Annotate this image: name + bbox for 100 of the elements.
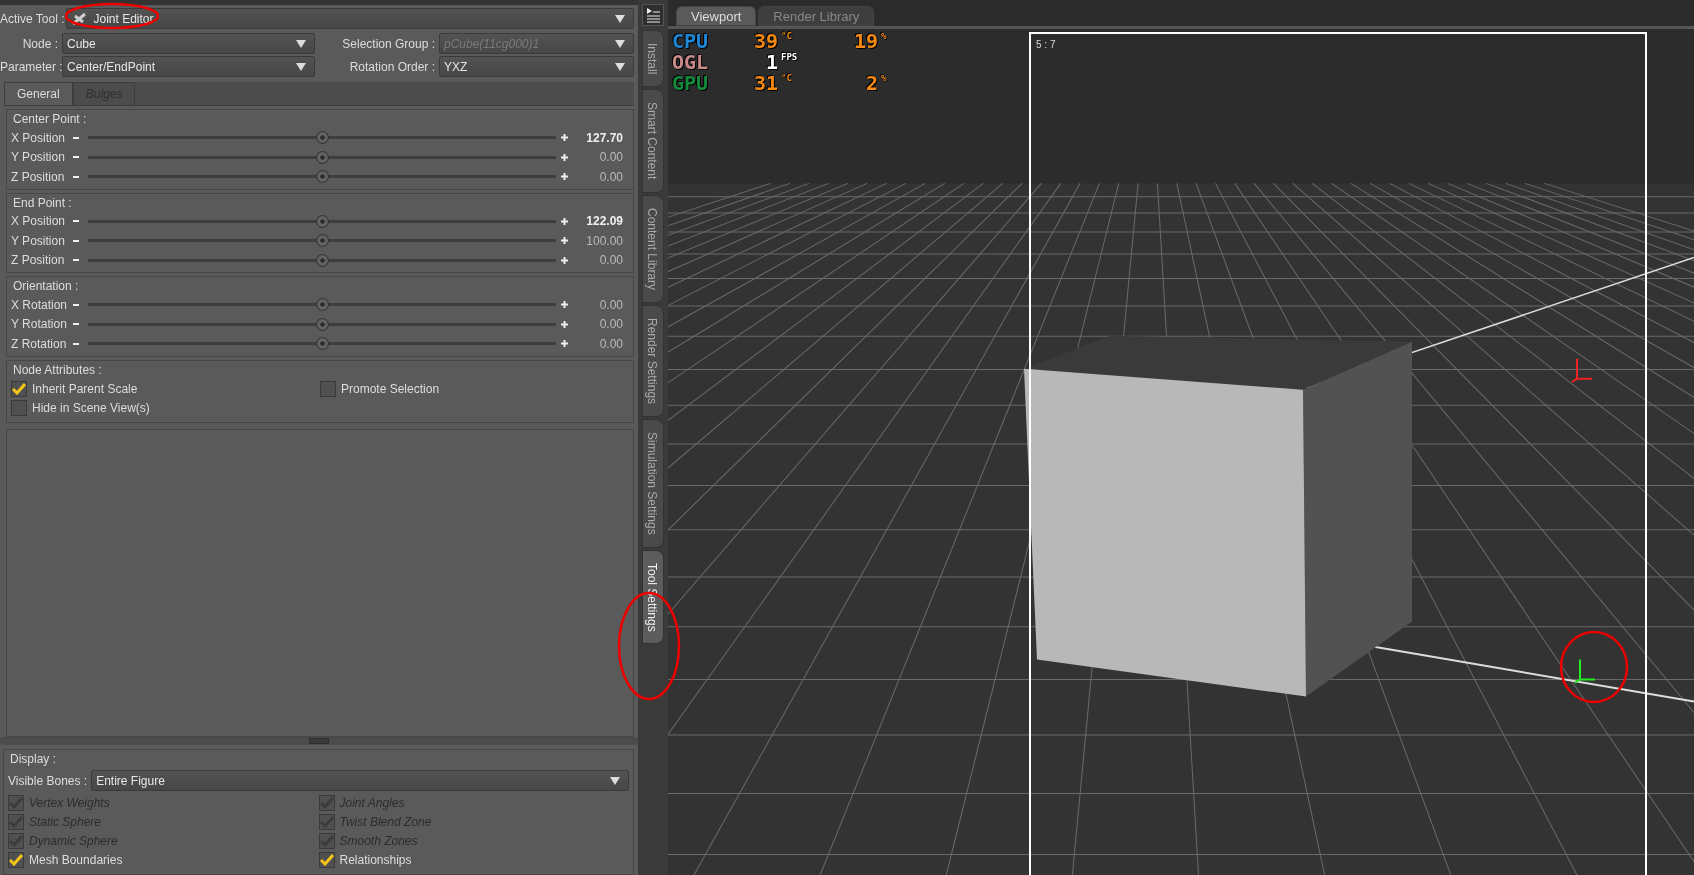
checkbox-label: Inherit Parent Scale [32, 381, 138, 396]
tool-dropdown[interactable]: Joint Editor [66, 8, 634, 29]
slider-thumb[interactable] [316, 131, 329, 145]
field-label: Rotation Order : [348, 59, 435, 74]
tab[interactable]: General [4, 82, 73, 105]
hud-unit: °C [780, 31, 793, 43]
minus-icon[interactable] [73, 175, 79, 178]
minus-icon[interactable] [73, 342, 79, 345]
checkbox[interactable] [318, 852, 335, 868]
group-title: End Point : [12, 195, 73, 212]
slider-value: 0.00 [598, 169, 623, 184]
caret-icon [615, 14, 625, 23]
slider-thumb[interactable] [316, 337, 329, 351]
minus-icon[interactable] [73, 220, 79, 223]
hud-value: 19 [852, 31, 878, 52]
slider-label: X Position [11, 214, 67, 229]
side-tab[interactable]: Simulation Settings [642, 418, 664, 548]
hud-unit: °C [780, 73, 793, 85]
plus-icon[interactable] [561, 340, 568, 348]
group-title: Node Attributes : [12, 362, 103, 379]
caret-icon [296, 39, 306, 48]
field-label: Selection Group : [341, 36, 435, 51]
side-tab[interactable]: Tool Settings [642, 549, 664, 645]
caret-icon [615, 62, 625, 71]
hud-unit: FPS [780, 52, 799, 64]
plus-icon[interactable] [561, 173, 568, 181]
checkbox[interactable] [11, 399, 27, 416]
hud-value: 1 [764, 52, 778, 73]
plus-icon[interactable] [561, 153, 568, 161]
slider-thumb[interactable] [316, 214, 329, 228]
dropdown[interactable]: Entire Figure [91, 770, 629, 791]
slider-label: X Position [11, 130, 67, 145]
slider-thumb[interactable] [316, 234, 329, 248]
slider-thumb[interactable] [316, 253, 329, 267]
slider-thumb[interactable] [316, 150, 329, 164]
tab[interactable]: Render Library [758, 6, 875, 26]
splitter-handle[interactable] [309, 738, 329, 744]
slider-value: 122.09 [585, 214, 623, 229]
slider-value: 0.00 [598, 150, 623, 165]
group-title: Display : [9, 752, 57, 768]
hud-label: GPU [672, 73, 710, 94]
slider-label: Y Position [11, 150, 66, 165]
side-tab[interactable]: Install [642, 30, 664, 88]
hud-unit: % [880, 73, 888, 85]
minus-icon[interactable] [73, 303, 79, 306]
hud-value: 39 [752, 31, 778, 52]
minus-icon[interactable] [73, 323, 79, 326]
slider-label: Z Rotation [11, 336, 68, 351]
plus-icon[interactable] [561, 217, 568, 225]
field-label: Active Tool : [0, 11, 65, 26]
group-title: Center Point : [12, 112, 88, 128]
field-label: Node : [21, 36, 58, 51]
slider-label: Z Position [11, 253, 66, 268]
slider-thumb[interactable] [316, 317, 329, 331]
side-tab[interactable]: Render Settings [642, 304, 664, 417]
plus-icon[interactable] [561, 256, 568, 264]
hud-unit: % [880, 31, 888, 43]
checkbox[interactable] [320, 380, 336, 397]
checkbox-label: Mesh Boundaries [29, 853, 123, 867]
minus-icon[interactable] [73, 136, 79, 139]
minus-icon[interactable] [73, 239, 79, 242]
dropdown[interactable]: YXZ [439, 56, 634, 77]
minus-icon[interactable] [73, 156, 79, 159]
caret-icon [296, 62, 306, 71]
slider-value: 0.00 [598, 253, 623, 268]
slider-value: 0.00 [598, 317, 623, 332]
slider-label: Y Position [11, 233, 66, 248]
checkbox-label: Hide in Scene View(s) [32, 400, 150, 415]
slider-thumb[interactable] [316, 170, 329, 184]
group-title: Orientation : [12, 279, 80, 295]
dropdown[interactable]: Center/EndPoint [62, 56, 315, 77]
plus-icon[interactable] [561, 237, 568, 245]
field-label: Visible Bones : [8, 773, 88, 788]
checkbox[interactable] [8, 852, 24, 868]
plus-icon[interactable] [561, 320, 568, 328]
hud-label: OGL [672, 52, 710, 73]
checkbox-label: Promote Selection [341, 381, 440, 396]
minus-icon[interactable] [73, 259, 79, 262]
checkbox[interactable] [11, 380, 27, 397]
side-tab[interactable]: Content Library [642, 194, 664, 303]
caret-icon [615, 39, 625, 48]
slider-value: 0.00 [598, 336, 623, 351]
slider-label: Z Position [11, 169, 66, 184]
slider-value: 127.70 [585, 130, 623, 145]
slider-label: X Rotation [11, 297, 69, 312]
dropdown[interactable]: Cube [62, 33, 315, 54]
plus-icon[interactable] [561, 301, 568, 309]
slider-label: Y Rotation [11, 317, 68, 332]
side-tab[interactable]: Smart Content [642, 89, 664, 193]
menu-icon[interactable] [642, 4, 664, 26]
aspect-label: 5 : 7 [1036, 39, 1056, 50]
slider-thumb[interactable] [316, 298, 329, 312]
hud-value: 31 [752, 73, 778, 94]
tab[interactable]: Viewport [676, 6, 757, 26]
hud-value: 2 [864, 73, 878, 94]
caret-icon [610, 776, 620, 785]
plus-icon[interactable] [561, 134, 568, 142]
slider-value: 0.00 [598, 297, 623, 312]
hud-label: CPU [672, 31, 710, 52]
checkbox-label: Relationships [339, 853, 412, 867]
